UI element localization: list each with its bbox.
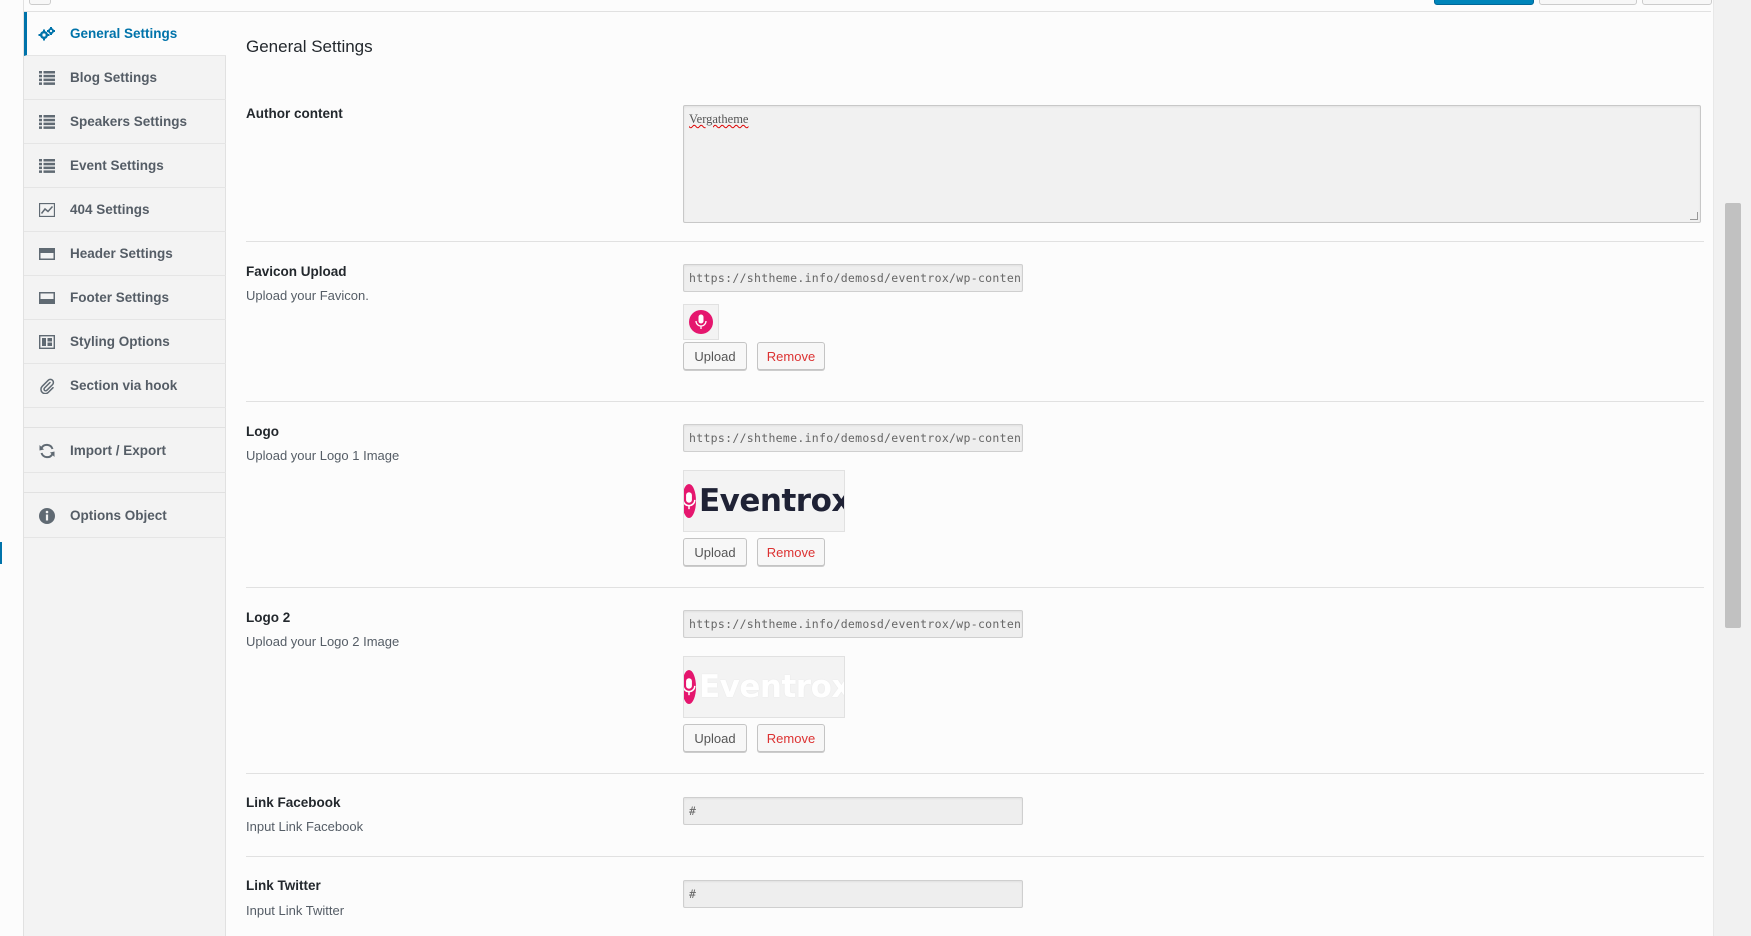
- settings-sidebar: General Settings Blog Settings Speakers …: [24, 12, 226, 936]
- logo-2-url-input[interactable]: https://shtheme.info/demosd/eventrox/wp-…: [683, 610, 1023, 638]
- header-icon: [38, 245, 56, 263]
- twitter-link-input[interactable]: #: [683, 880, 1023, 908]
- link-facebook-row: Link Facebook Input Link Facebook #: [246, 774, 1704, 857]
- row-title: Link Facebook: [246, 795, 341, 810]
- settings-content: General Settings Author content Vergathe…: [227, 12, 1713, 936]
- logo-2-wordmark: Eventrox: [699, 669, 845, 705]
- microphone-icon: [684, 670, 696, 704]
- scrollbar-thumb[interactable]: [1725, 203, 1741, 628]
- gears-icon: [38, 25, 56, 43]
- sidebar-item-label: Styling Options: [70, 334, 170, 349]
- author-content-textarea[interactable]: Vergatheme: [683, 105, 1701, 223]
- microphone-icon: [684, 484, 696, 518]
- logo-row: Logo Upload your Logo 1 Image https://sh…: [246, 402, 1704, 588]
- favicon-remove-button[interactable]: Remove: [757, 342, 825, 370]
- sidebar-item-label: Import / Export: [70, 443, 167, 458]
- sidebar-item-label: Section via hook: [70, 378, 178, 393]
- sidebar-item-label: 404 Settings: [70, 202, 150, 217]
- logo-2-row: Logo 2 Upload your Logo 2 Image https://…: [246, 588, 1704, 774]
- layout-icon: [38, 333, 56, 351]
- edge-marker: [0, 542, 2, 564]
- row-description: Input Link Facebook: [246, 819, 364, 834]
- sidebar-item-label: Event Settings: [70, 158, 164, 173]
- row-description: Upload your Favicon.: [246, 288, 369, 303]
- textarea-value: Vergatheme: [689, 112, 749, 126]
- sidebar-item-section-via-hook[interactable]: Section via hook: [24, 364, 226, 408]
- page-scrollbar[interactable]: [1713, 0, 1751, 936]
- resize-handle[interactable]: [1690, 212, 1698, 220]
- sidebar-item-event-settings[interactable]: Event Settings: [24, 144, 226, 188]
- row-description: Upload your Logo 2 Image: [246, 634, 400, 649]
- sidebar-item-speakers-settings[interactable]: Speakers Settings: [24, 100, 226, 144]
- row-description: Upload your Logo 1 Image: [246, 448, 400, 463]
- favicon-url-input[interactable]: https://shtheme.info/demosd/eventrox/wp-…: [683, 264, 1023, 292]
- logo-wordmark: Eventrox: [699, 483, 845, 519]
- logo-remove-button[interactable]: Remove: [757, 538, 825, 566]
- sidebar-item-options-object[interactable]: Options Object: [24, 494, 226, 538]
- row-title: Logo: [246, 424, 279, 439]
- sidebar-item-label: Speakers Settings: [70, 114, 188, 129]
- sidebar-item-label: Footer Settings: [70, 290, 170, 305]
- sidebar-item-header-settings[interactable]: Header Settings: [24, 232, 226, 276]
- info-icon: [38, 507, 56, 525]
- sidebar-item-label: General Settings: [70, 26, 178, 41]
- logo-2-upload-button[interactable]: Upload: [683, 724, 747, 752]
- sidebar-item-label: Options Object: [70, 508, 167, 523]
- microphone-icon: [689, 310, 713, 334]
- list-icon: [38, 157, 56, 175]
- facebook-link-input[interactable]: #: [683, 797, 1023, 825]
- sidebar-item-styling-options[interactable]: Styling Options: [24, 320, 226, 364]
- sidebar-item-general-settings[interactable]: General Settings: [24, 12, 226, 56]
- logo-image: Eventrox: [684, 471, 844, 531]
- footer-icon: [38, 289, 56, 307]
- logo-preview: Eventrox: [683, 470, 845, 532]
- row-description: Input Link Twitter: [246, 903, 345, 918]
- options-panel: General Settings Blog Settings Speakers …: [0, 0, 1751, 936]
- sidebar-item-import-export[interactable]: Import / Export: [24, 429, 226, 473]
- row-title: Logo 2: [246, 610, 291, 625]
- toolbar-menu-button[interactable]: [29, 0, 51, 5]
- favicon-upload-row: Favicon Upload Upload your Favicon. http…: [246, 242, 1704, 402]
- sidebar-divider: [24, 473, 226, 493]
- link-twitter-row: Link Twitter Input Link Twitter #: [246, 857, 1704, 936]
- sidebar-divider: [24, 408, 226, 428]
- reset-section-button[interactable]: [1539, 0, 1637, 5]
- refresh-icon: [38, 442, 56, 460]
- favicon-upload-button[interactable]: Upload: [683, 342, 747, 370]
- page-title: General Settings: [246, 37, 373, 56]
- sidebar-item-label: Header Settings: [70, 246, 173, 261]
- list-icon: [38, 113, 56, 131]
- row-title: Favicon Upload: [246, 264, 347, 279]
- sidebar-item-label: Blog Settings: [70, 70, 157, 85]
- sidebar-item-blog-settings[interactable]: Blog Settings: [24, 56, 226, 100]
- logo-2-image: Eventrox: [684, 657, 844, 717]
- list-icon: [38, 69, 56, 87]
- row-title: Author content: [246, 106, 343, 121]
- top-toolbar: [24, 0, 1712, 12]
- sidebar-item-404-settings[interactable]: 404 Settings: [24, 188, 226, 232]
- logo-2-preview: Eventrox: [683, 656, 845, 718]
- logo-url-input[interactable]: https://shtheme.info/demosd/eventrox/wp-…: [683, 424, 1023, 452]
- logo-upload-button[interactable]: Upload: [683, 538, 747, 566]
- screen-edge: [0, 0, 24, 936]
- chart-icon: [38, 201, 56, 219]
- sidebar-item-footer-settings[interactable]: Footer Settings: [24, 276, 226, 320]
- save-changes-button[interactable]: [1434, 0, 1534, 5]
- reset-all-button[interactable]: [1642, 0, 1712, 5]
- row-title: Link Twitter: [246, 878, 321, 893]
- author-content-row: Author content Vergatheme: [246, 86, 1704, 242]
- favicon-preview: [683, 304, 719, 340]
- paperclip-icon: [38, 377, 56, 395]
- logo-2-remove-button[interactable]: Remove: [757, 724, 825, 752]
